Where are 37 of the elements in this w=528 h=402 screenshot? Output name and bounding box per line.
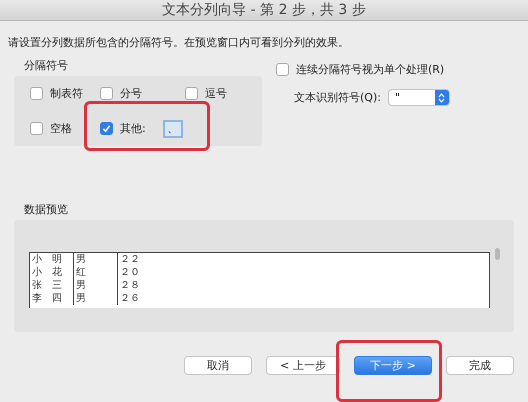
- table-cell: 男: [74, 279, 118, 292]
- table-cell-text: ２２: [119, 253, 141, 266]
- table-cell: 男: [74, 253, 118, 266]
- dialog-button[interactable]: < 上一步: [266, 356, 340, 375]
- checkbox[interactable]: [100, 122, 113, 135]
- table-cell: 张 三: [30, 279, 74, 292]
- dialog-button[interactable]: 完成: [446, 356, 514, 375]
- checkbox[interactable]: [100, 87, 113, 100]
- checkbox-label: 分号: [120, 86, 142, 101]
- table-cell-text: ２６: [119, 292, 141, 305]
- checkbox-label: 制表符: [50, 86, 83, 101]
- preview-label: 数据预览: [24, 202, 69, 217]
- table-cell: 李 四: [30, 292, 74, 305]
- qualifier-label: 文本识别符号(Q):: [294, 90, 381, 105]
- group-label: 分隔符号: [24, 58, 69, 73]
- checkbox[interactable]: [185, 87, 198, 100]
- other-input-field[interactable]: 、: [162, 120, 183, 138]
- checkbox[interactable]: [30, 122, 43, 135]
- table-cell-text: ２０: [119, 266, 141, 279]
- checkbox-label: 其他:: [120, 121, 146, 136]
- window-title: 文本分列向导 - 第 2 步，共 3 步: [0, 0, 528, 21]
- table-cell-text: ２８: [119, 279, 141, 292]
- checkbox-label: 空格: [50, 121, 72, 136]
- table-cell: 男: [74, 292, 118, 305]
- instruction-text: 请设置分列数据所包含的分隔符号。在预览窗口内可看到分列的效果。: [8, 35, 350, 50]
- scrollbar-thumb[interactable]: [495, 248, 500, 260]
- checkbox-label: 逗号: [205, 86, 227, 101]
- stepper-icon: [438, 92, 446, 102]
- checkbox-label: 连续分隔符号视为单个处理(R): [296, 62, 444, 77]
- dialog-button[interactable]: 取消: [184, 356, 252, 375]
- checkbox[interactable]: [276, 63, 289, 76]
- qualifier-select[interactable]: ": [388, 89, 450, 106]
- checkbox[interactable]: [30, 87, 43, 100]
- table-cell: 小 花: [30, 266, 74, 279]
- check-icon: [102, 124, 111, 133]
- table-cell: 红: [74, 266, 118, 279]
- table-cell: 小 明: [30, 253, 74, 266]
